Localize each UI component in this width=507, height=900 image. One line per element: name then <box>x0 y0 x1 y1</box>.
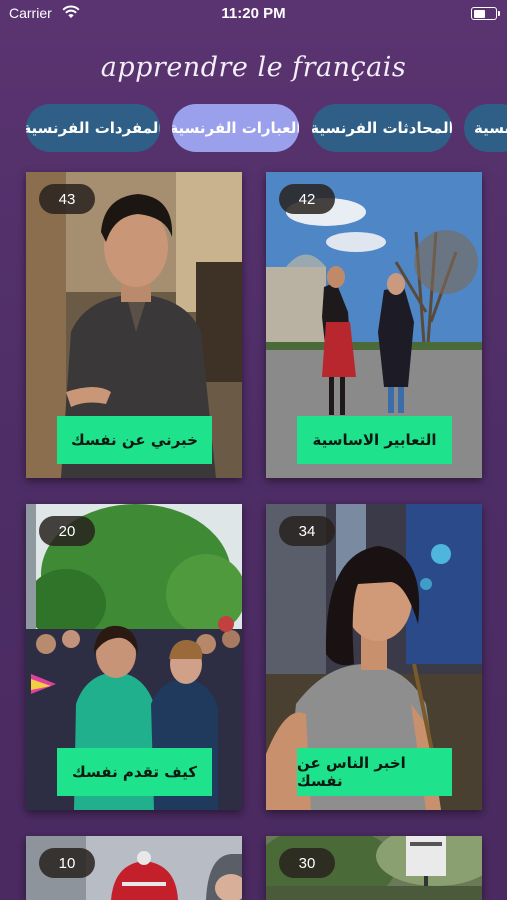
tab-vocabulary[interactable]: المفردات الفرنسية <box>26 104 160 152</box>
card-count-badge: 10 <box>39 848 95 878</box>
category-tabs: المفردات الفرنسية العبارات الفرنسية المح… <box>0 104 507 156</box>
lesson-card[interactable]: 42 التعابير الاساسية <box>266 172 482 478</box>
card-title-label: التعابير الاساسية <box>297 416 452 464</box>
card-count-badge: 20 <box>39 516 95 546</box>
lesson-card[interactable]: 20 كيف تقدم نفسك <box>26 504 242 810</box>
card-count-badge: 30 <box>279 848 335 878</box>
card-count-badge: 34 <box>279 516 335 546</box>
lesson-card[interactable]: 30 <box>266 836 482 900</box>
tab-partial[interactable]: نسية <box>464 104 507 152</box>
card-title-label: اخبر الناس عن نفسك <box>297 748 452 796</box>
clock: 11:20 PM <box>221 5 286 22</box>
card-count-badge: 43 <box>39 184 95 214</box>
card-title-label: خبرني عن نفسك <box>57 416 212 464</box>
page-title: apprendre le français <box>100 52 407 83</box>
battery-icon <box>471 7 500 20</box>
tab-phrases[interactable]: العبارات الفرنسية <box>172 104 299 152</box>
status-bar: Carrier 11:20 PM <box>0 0 507 28</box>
lesson-card[interactable]: 10 <box>26 836 242 900</box>
lesson-card[interactable]: 43 خبرني عن نفسك <box>26 172 242 478</box>
card-count-badge: 42 <box>279 184 335 214</box>
card-title-label: كيف تقدم نفسك <box>57 748 212 796</box>
lesson-card[interactable]: 34 اخبر الناس عن نفسك <box>266 504 482 810</box>
tab-conversations[interactable]: المحادثات الفرنسية <box>312 104 452 152</box>
